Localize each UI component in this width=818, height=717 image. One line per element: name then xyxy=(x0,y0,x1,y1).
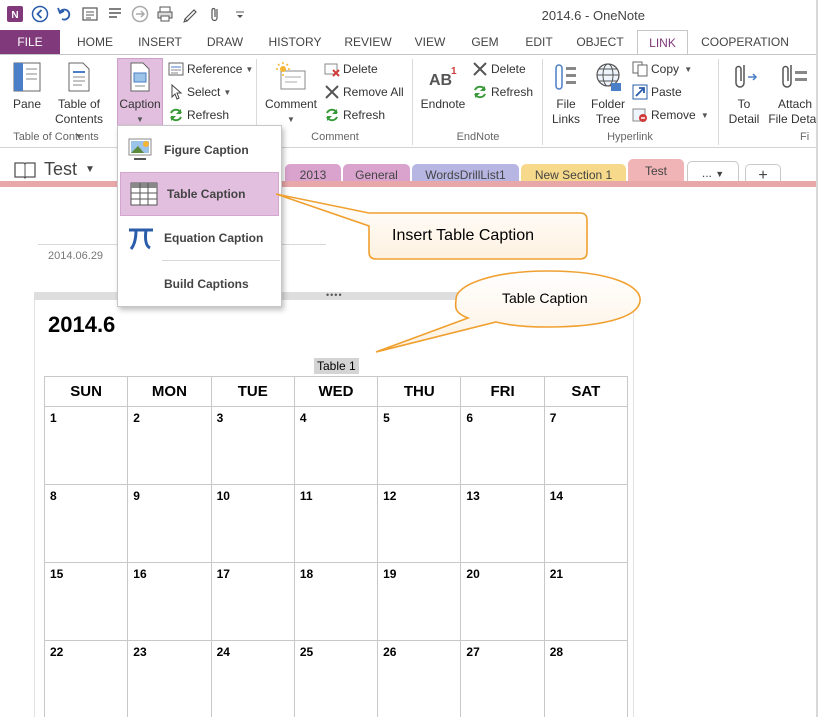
onenote-window: N 2014.6 - OneNote FILE HOME INSERT DRAW… xyxy=(0,0,818,717)
table-caption-callout xyxy=(375,270,641,353)
table-caption-callout-text: Table Caption xyxy=(502,290,588,306)
callout-shapes xyxy=(275,193,641,353)
insert-table-caption-callout-text: Insert Table Caption xyxy=(392,227,535,244)
